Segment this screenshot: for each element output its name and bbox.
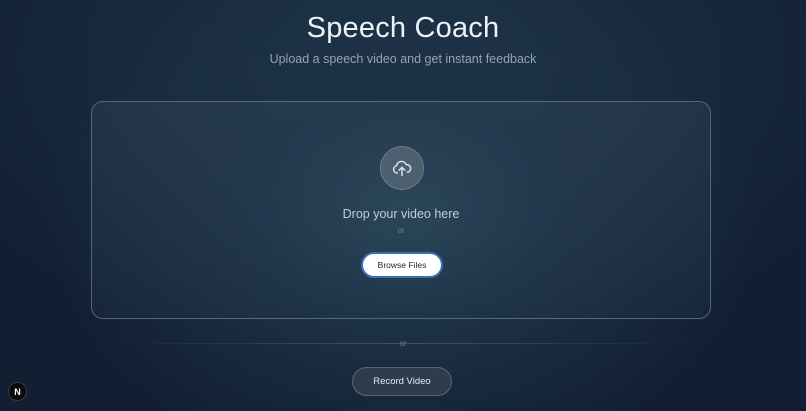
page-subtitle: Upload a speech video and get instant fe… (269, 52, 537, 66)
cloud-upload-icon (392, 160, 412, 177)
video-dropzone[interactable]: Drop your video here or Browse Files (91, 101, 711, 319)
browse-files-button[interactable]: Browse Files (361, 252, 443, 278)
dropzone-or-label: or (397, 226, 405, 235)
divider-or-label: or (399, 339, 407, 348)
next-dev-badge[interactable]: N (8, 382, 27, 401)
drop-prompt: Drop your video here (342, 207, 460, 221)
upload-icon-circle (380, 146, 424, 190)
page-title: Speech Coach (306, 12, 500, 44)
record-video-button[interactable]: Record Video (352, 367, 452, 396)
